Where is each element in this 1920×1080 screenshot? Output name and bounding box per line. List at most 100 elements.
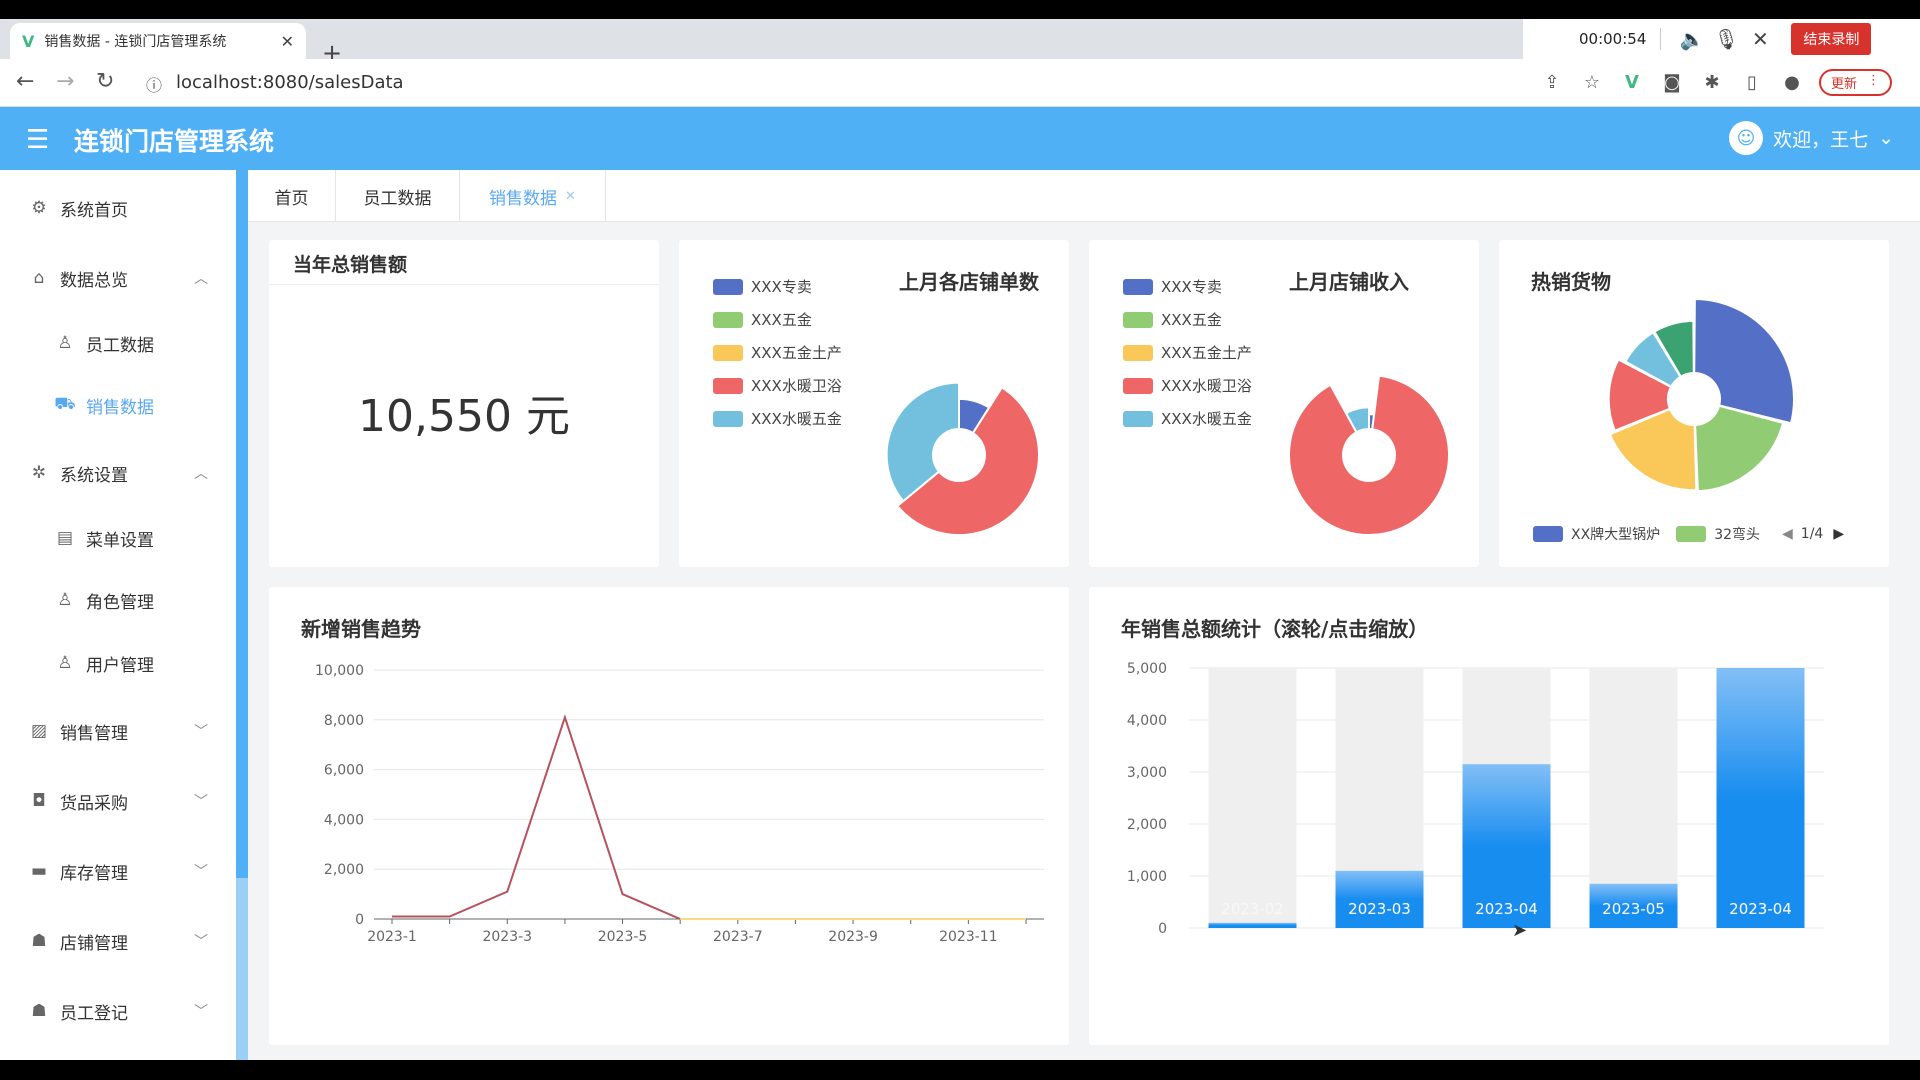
chevron-up-icon: ︿ xyxy=(194,271,208,287)
sidepanel-icon[interactable]: ▯ xyxy=(1739,72,1765,93)
sidebar-item-label: 角色管理 xyxy=(86,592,154,613)
legend-label[interactable]: XX牌大型锅炉 xyxy=(1571,524,1660,544)
user-dropdown[interactable]: ☺ 欢迎，王七 ⌄ xyxy=(1729,121,1894,155)
sidebar-item-label: 菜单设置 xyxy=(86,530,154,551)
hamburger-menu-icon[interactable]: ☰ xyxy=(26,125,49,155)
sidebar-item-user-management[interactable]: ♙ 用户管理 xyxy=(0,638,236,688)
x-tick-label: 2023-3 xyxy=(482,929,532,945)
back-icon[interactable]: ← xyxy=(16,69,34,94)
extension-icon[interactable]: ◙ xyxy=(1659,72,1685,93)
legend-prev-icon[interactable]: ◀ xyxy=(1782,526,1793,542)
site-info-icon[interactable]: ⓘ xyxy=(146,72,162,96)
profile-icon[interactable]: ● xyxy=(1779,72,1805,93)
recording-time: 00:00:54 xyxy=(1579,30,1647,48)
puzzle-icon[interactable]: ✱ xyxy=(1699,72,1725,93)
x-tick-label: 2023-11 xyxy=(939,929,998,945)
gear-icon: ⚙ xyxy=(31,198,47,218)
sidebar-item-home[interactable]: ⚙ 系统首页 xyxy=(0,183,236,233)
store-income-pie[interactable] xyxy=(1089,240,1479,567)
page-tabs-bar: 首页 员工数据 销售数据 ✕ xyxy=(248,170,1920,222)
forward-icon[interactable]: → xyxy=(56,69,74,94)
chevron-down-icon: ﹀ xyxy=(194,724,208,740)
tab-home[interactable]: 首页 xyxy=(248,170,336,222)
vue-devtools-icon[interactable]: V xyxy=(1619,72,1645,93)
y-tick-label: 10,000 xyxy=(315,663,364,679)
update-button[interactable]: 更新 ⋮ xyxy=(1818,69,1892,96)
store-orders-card: 上月各店铺单数 XXX专卖 XXX五金 XXX五金土产 XXX水暖卫浴 XXX水… xyxy=(679,240,1069,567)
recording-toolbar: 00:00:54 🔈 🎙 ✕ 结束录制 xyxy=(1523,19,1920,59)
legend-label[interactable]: 32弯头 xyxy=(1714,524,1760,544)
stop-recording-button[interactable]: 结束录制 xyxy=(1791,23,1872,55)
tab-label: 首页 xyxy=(274,188,309,209)
chevron-down-icon: ﹀ xyxy=(194,934,208,950)
microphone-icon[interactable]: 🎙 xyxy=(1709,27,1743,51)
address-bar: ← → ↻ ⓘ localhost:8080/salesData ⇪ ☆ V ◙… xyxy=(0,59,1920,107)
bar-category-label: 2023-02 xyxy=(1221,900,1284,918)
sidebar-item-data-overview[interactable]: ⌂ 数据总览 ︿ xyxy=(0,253,236,303)
hot-goods-pie[interactable] xyxy=(1499,240,1889,567)
annual-sales-card: 年销售总额统计（滚轮/点击缩放） 0 1,000 2,000 3,000 4,000 5,… xyxy=(1089,587,1889,1045)
chart-legend: XX牌大型锅炉 32弯头 ◀ 1/4 ▶ xyxy=(1533,524,1844,544)
app-title: 连锁门店管理系统 xyxy=(74,127,275,156)
y-tick-label: 6,000 xyxy=(324,763,364,779)
sidebar-item-sales-management[interactable]: ▨ 销售管理 ﹀ xyxy=(0,706,236,756)
store-orders-pie[interactable] xyxy=(679,240,1069,567)
y-tick-label: 3,000 xyxy=(1127,765,1167,781)
vue-favicon-icon: V xyxy=(22,31,35,51)
bar-background xyxy=(1208,668,1297,928)
sidebar-item-system-settings[interactable]: ✲ 系统设置 ︿ xyxy=(0,448,236,498)
user-icon: ♙ xyxy=(57,653,73,673)
card-title: 当年总销售额 xyxy=(293,254,408,276)
more-icon: ⋮ xyxy=(1867,73,1880,88)
sales-trend-chart[interactable]: 0 2,000 4,000 6,000 8,000 10,000 2023-1 2023-3 2… xyxy=(269,587,1069,1045)
welcome-text: 欢迎，王七 xyxy=(1773,128,1869,151)
tab-sales-data[interactable]: 销售数据 ✕ xyxy=(460,170,606,222)
trend-line[interactable] xyxy=(392,714,681,920)
speaker-icon[interactable]: 🔈 xyxy=(1675,27,1709,51)
x-tick-label: 2023-5 xyxy=(598,929,648,945)
legend-swatch xyxy=(1533,526,1563,542)
close-tab-icon[interactable]: ✕ xyxy=(281,32,294,51)
sidebar-item-employee-data[interactable]: ♙ 员工数据 xyxy=(0,318,236,368)
sidebar-item-label: 员工登记 xyxy=(60,1003,128,1024)
chevron-up-icon: ︿ xyxy=(194,466,208,482)
sidebar-item-label: 货品采购 xyxy=(60,793,128,814)
pie-slice[interactable] xyxy=(1694,404,1785,493)
divider xyxy=(269,284,659,285)
share-icon[interactable]: ⇪ xyxy=(1539,72,1565,93)
divider xyxy=(1660,28,1662,50)
sidebar-item-inventory[interactable]: ▬ 库存管理 ﹀ xyxy=(0,846,236,896)
sidebar-item-role-management[interactable]: ♙ 角色管理 xyxy=(0,575,236,625)
chevron-down-icon: ﹀ xyxy=(194,1004,208,1020)
total-sales-card: 当年总销售额 10,550 元 xyxy=(269,240,659,567)
url-field[interactable]: localhost:8080/salesData xyxy=(176,72,404,93)
browser-tab-title: 销售数据 - 连锁门店管理系统 xyxy=(44,34,227,50)
y-tick-label: 5,000 xyxy=(1127,661,1167,677)
bar[interactable] xyxy=(1208,922,1297,928)
close-tab-icon[interactable]: ✕ xyxy=(565,189,576,204)
sidebar-item-sales-data[interactable]: ⛟ 销售数据 xyxy=(0,380,236,430)
sidebar-item-employee-registration[interactable]: ☗ 员工登记 ﹀ xyxy=(0,986,236,1036)
sidebar-item-purchasing[interactable]: ◘ 货品采购 ﹀ xyxy=(0,776,236,826)
sidebar-item-menu-settings[interactable]: ▤ 菜单设置 xyxy=(0,513,236,563)
annual-sales-chart[interactable]: 0 1,000 2,000 3,000 4,000 5,000 2023-02 2023-03… xyxy=(1089,587,1889,1045)
scrollbar-thumb[interactable] xyxy=(236,170,248,878)
bar[interactable] xyxy=(1716,668,1805,928)
close-icon[interactable]: ✕ xyxy=(1743,27,1777,51)
x-tick-label: 2023-9 xyxy=(828,929,878,945)
y-tick-label: 4,000 xyxy=(1127,713,1167,729)
pie-slice[interactable] xyxy=(1288,374,1450,536)
main-content: 首页 员工数据 销售数据 ✕ 当年总销售额 10,550 元 上月各店铺单数 X… xyxy=(248,170,1920,1060)
bookmark-star-icon[interactable]: ☆ xyxy=(1579,72,1605,93)
legend-next-icon[interactable]: ▶ xyxy=(1833,526,1844,542)
sidebar-item-store-management[interactable]: ☗ 店铺管理 ﹀ xyxy=(0,916,236,966)
legend-pager: 1/4 xyxy=(1800,526,1824,542)
avatar: ☺ xyxy=(1729,121,1764,155)
reload-icon[interactable]: ↻ xyxy=(96,69,114,94)
browser-tab[interactable]: V 销售数据 - 连锁门店管理系统 ✕ xyxy=(10,23,306,59)
pie-slice[interactable] xyxy=(1693,297,1795,425)
sidebar-scrollbar[interactable] xyxy=(236,170,248,1060)
y-tick-label: 0 xyxy=(355,912,364,928)
tab-employee-data[interactable]: 员工数据 xyxy=(336,170,460,222)
user-icon: ♙ xyxy=(57,590,73,610)
